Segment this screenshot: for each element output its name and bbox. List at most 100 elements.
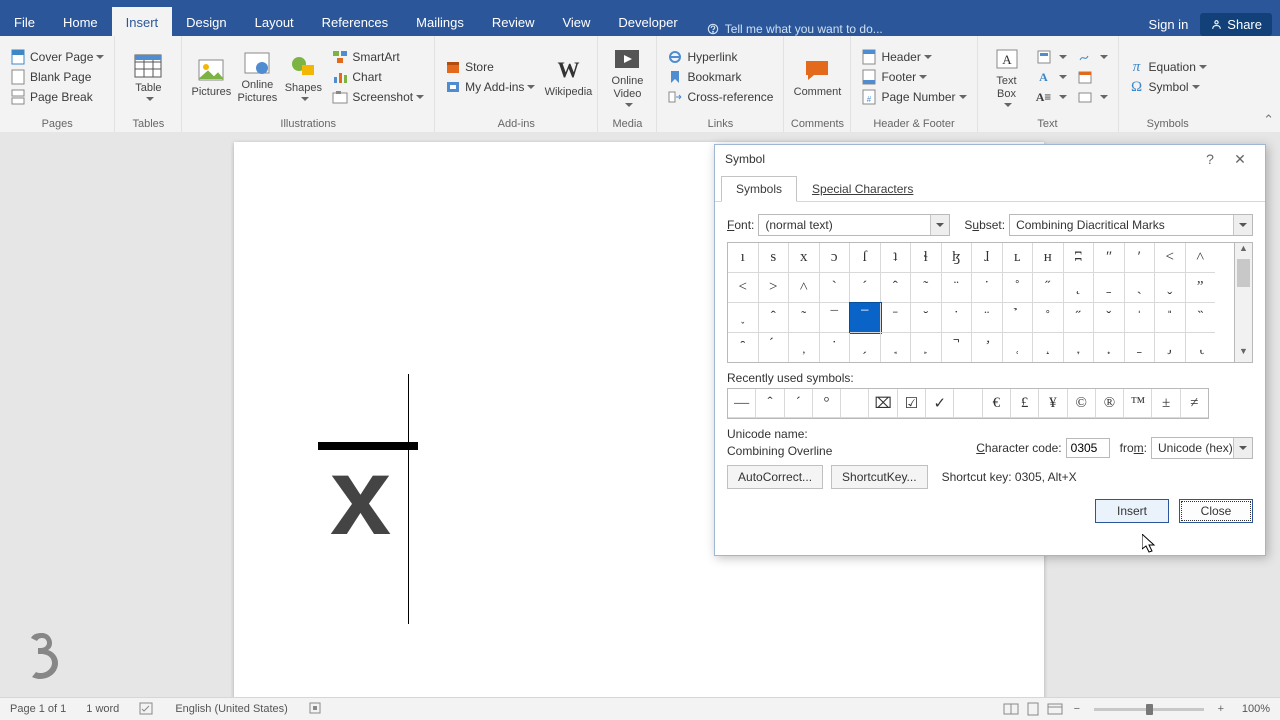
- symbol-grid-cell[interactable]: ˂: [1155, 243, 1186, 273]
- quick-parts-button[interactable]: [1036, 49, 1067, 65]
- symbol-grid-cell[interactable]: ̙: [911, 333, 942, 362]
- recent-symbols-grid[interactable]: —ˆ´°⌧☑✓€£¥©®™±≠: [727, 388, 1209, 419]
- symbol-grid-cell[interactable]: ̅: [850, 303, 881, 333]
- symbol-grid-cell[interactable]: ˃: [759, 273, 790, 303]
- symbol-grid-cell[interactable]: ˚: [1033, 303, 1064, 333]
- recent-symbol-cell[interactable]: ˆ: [756, 389, 784, 418]
- date-time-button[interactable]: [1077, 69, 1108, 85]
- wordart-button[interactable]: A: [1036, 69, 1067, 85]
- symbol-grid-cell[interactable]: ̜: [1003, 333, 1034, 362]
- zoom-level[interactable]: 100%: [1232, 703, 1280, 715]
- tab-home[interactable]: Home: [49, 7, 112, 36]
- blank-page-button[interactable]: Blank Page: [10, 69, 104, 85]
- recent-symbol-cell[interactable]: £: [1011, 389, 1039, 418]
- symbol-grid-cell[interactable]: ʺ: [1094, 243, 1125, 273]
- online-pictures-button[interactable]: OnlinePictures: [234, 49, 280, 105]
- share-button[interactable]: Share: [1200, 13, 1272, 36]
- page-break-button[interactable]: Page Break: [10, 89, 104, 105]
- symbol-grid-cell[interactable]: ̉: [1003, 303, 1034, 333]
- symbol-grid-cell[interactable]: ¯: [820, 303, 851, 333]
- status-words[interactable]: 1 word: [76, 703, 129, 715]
- symbol-grid-cell[interactable]: ¨: [972, 303, 1003, 333]
- symbol-grid-cell[interactable]: ı: [728, 243, 759, 273]
- symbol-grid-cell[interactable]: ̞: [1064, 333, 1095, 362]
- symbol-grid-cell[interactable]: ̗: [850, 333, 881, 362]
- symbol-grid-cell[interactable]: ̎: [1155, 303, 1186, 333]
- symbol-grid-cell[interactable]: ɮ: [942, 243, 973, 273]
- symbol-grid-cell[interactable]: ̟: [1094, 333, 1125, 362]
- chart-button[interactable]: Chart: [332, 69, 424, 85]
- symbol-grid[interactable]: ısxɔſʇɬɮɺʟʜʭʺʹ˂˄˂˃˄`´ˆ˜¨˙˚˝˛ˍˏˬˮ˯ˆ˜¯̅̄˘˙…: [727, 242, 1235, 363]
- symbol-button[interactable]: ΩSymbol: [1129, 79, 1207, 95]
- symbol-grid-cell[interactable]: ˄: [1186, 243, 1216, 273]
- recent-symbol-cell[interactable]: ®: [1096, 389, 1124, 418]
- subset-combo[interactable]: Combining Diacritical Marks: [1009, 214, 1253, 236]
- symbol-grid-cell[interactable]: ˬ: [1155, 273, 1186, 303]
- page-number-button[interactable]: #Page Number: [861, 89, 966, 105]
- store-button[interactable]: Store: [445, 59, 535, 75]
- recent-symbol-cell[interactable]: ⌧: [869, 389, 897, 418]
- smartart-button[interactable]: SmartArt: [332, 49, 424, 65]
- table-button[interactable]: Table: [121, 52, 175, 103]
- symbol-grid-cell[interactable]: ¨: [942, 273, 973, 303]
- hyperlink-button[interactable]: Hyperlink: [667, 49, 773, 65]
- zoom-out[interactable]: −: [1066, 698, 1088, 720]
- recent-symbol-cell[interactable]: ☑: [898, 389, 926, 418]
- recent-symbol-cell[interactable]: ✓: [926, 389, 954, 418]
- symbol-grid-cell[interactable]: ´: [850, 273, 881, 303]
- signature-line-button[interactable]: [1077, 49, 1108, 65]
- symbol-grid-cell[interactable]: ʹ: [1125, 243, 1156, 273]
- view-print-layout[interactable]: [1022, 698, 1044, 720]
- recent-symbol-cell[interactable]: ´: [785, 389, 813, 418]
- tab-design[interactable]: Design: [172, 7, 240, 36]
- tab-mailings[interactable]: Mailings: [402, 7, 478, 36]
- symbol-grid-cell[interactable]: ̢: [1186, 333, 1216, 362]
- cross-reference-button[interactable]: Cross-reference: [667, 89, 773, 105]
- symbol-grid-cell[interactable]: ˚: [1003, 273, 1034, 303]
- symbol-grid-cell[interactable]: ɔ: [820, 243, 851, 273]
- insert-button[interactable]: Insert: [1095, 499, 1169, 523]
- text-box-button[interactable]: ATextBox: [984, 45, 1030, 109]
- symbol-grid-cell[interactable]: x: [789, 243, 820, 273]
- status-page[interactable]: Page 1 of 1: [0, 703, 76, 715]
- my-addins-button[interactable]: My Add-ins: [445, 79, 535, 95]
- recent-symbol-cell[interactable]: [954, 389, 982, 418]
- symbol-grid-cell[interactable]: ʜ: [1033, 243, 1064, 273]
- tab-insert[interactable]: Insert: [112, 7, 173, 36]
- symbol-grid-cell[interactable]: ˜: [789, 303, 820, 333]
- from-combo[interactable]: Unicode (hex): [1151, 437, 1253, 459]
- symbol-grid-cell[interactable]: ̇: [820, 333, 851, 362]
- autocorrect-button[interactable]: AutoCorrect...: [727, 465, 823, 489]
- tab-view[interactable]: View: [548, 7, 604, 36]
- status-macro-icon[interactable]: [298, 701, 332, 718]
- tab-file[interactable]: File: [0, 7, 49, 36]
- symbol-grid-cell[interactable]: ˝: [1033, 273, 1064, 303]
- sign-in[interactable]: Sign in: [1149, 17, 1189, 32]
- symbol-grid-cell[interactable]: ˯: [728, 303, 759, 333]
- symbol-grid-cell[interactable]: ʇ: [881, 243, 912, 273]
- symbol-grid-cell[interactable]: ˄: [789, 273, 820, 303]
- recent-symbol-cell[interactable]: [841, 389, 869, 418]
- symbol-grid-cell[interactable]: ɬ: [911, 243, 942, 273]
- tell-me[interactable]: Tell me what you want to do...: [706, 22, 883, 36]
- tab-references[interactable]: References: [308, 7, 402, 36]
- font-combo[interactable]: (normal text): [758, 214, 950, 236]
- cover-page-button[interactable]: Cover Page: [10, 49, 104, 65]
- symbol-grid-cell[interactable]: ˆ: [881, 273, 912, 303]
- symbol-grid-cell[interactable]: ̄: [881, 303, 912, 333]
- tab-layout[interactable]: Layout: [241, 7, 308, 36]
- symbol-grid-cell[interactable]: ˍ: [1094, 273, 1125, 303]
- char-code-input[interactable]: [1066, 438, 1110, 458]
- symbol-grid-cell[interactable]: ̚: [942, 333, 973, 362]
- symbol-grid-cell[interactable]: ̑: [728, 333, 759, 362]
- recent-symbol-cell[interactable]: ¥: [1039, 389, 1067, 418]
- recent-symbol-cell[interactable]: ≠: [1181, 389, 1208, 418]
- shapes-button[interactable]: Shapes: [280, 52, 326, 103]
- symbol-grid-cell[interactable]: ʟ: [1003, 243, 1034, 273]
- online-video-button[interactable]: OnlineVideo: [604, 45, 650, 109]
- symbol-grid-cell[interactable]: ̠: [1125, 333, 1156, 362]
- footer-button[interactable]: Footer: [861, 69, 966, 85]
- symbol-grid-cell[interactable]: ˂: [728, 273, 759, 303]
- dialog-help-button[interactable]: ?: [1195, 151, 1225, 167]
- symbol-grid-cell[interactable]: ̡: [1155, 333, 1186, 362]
